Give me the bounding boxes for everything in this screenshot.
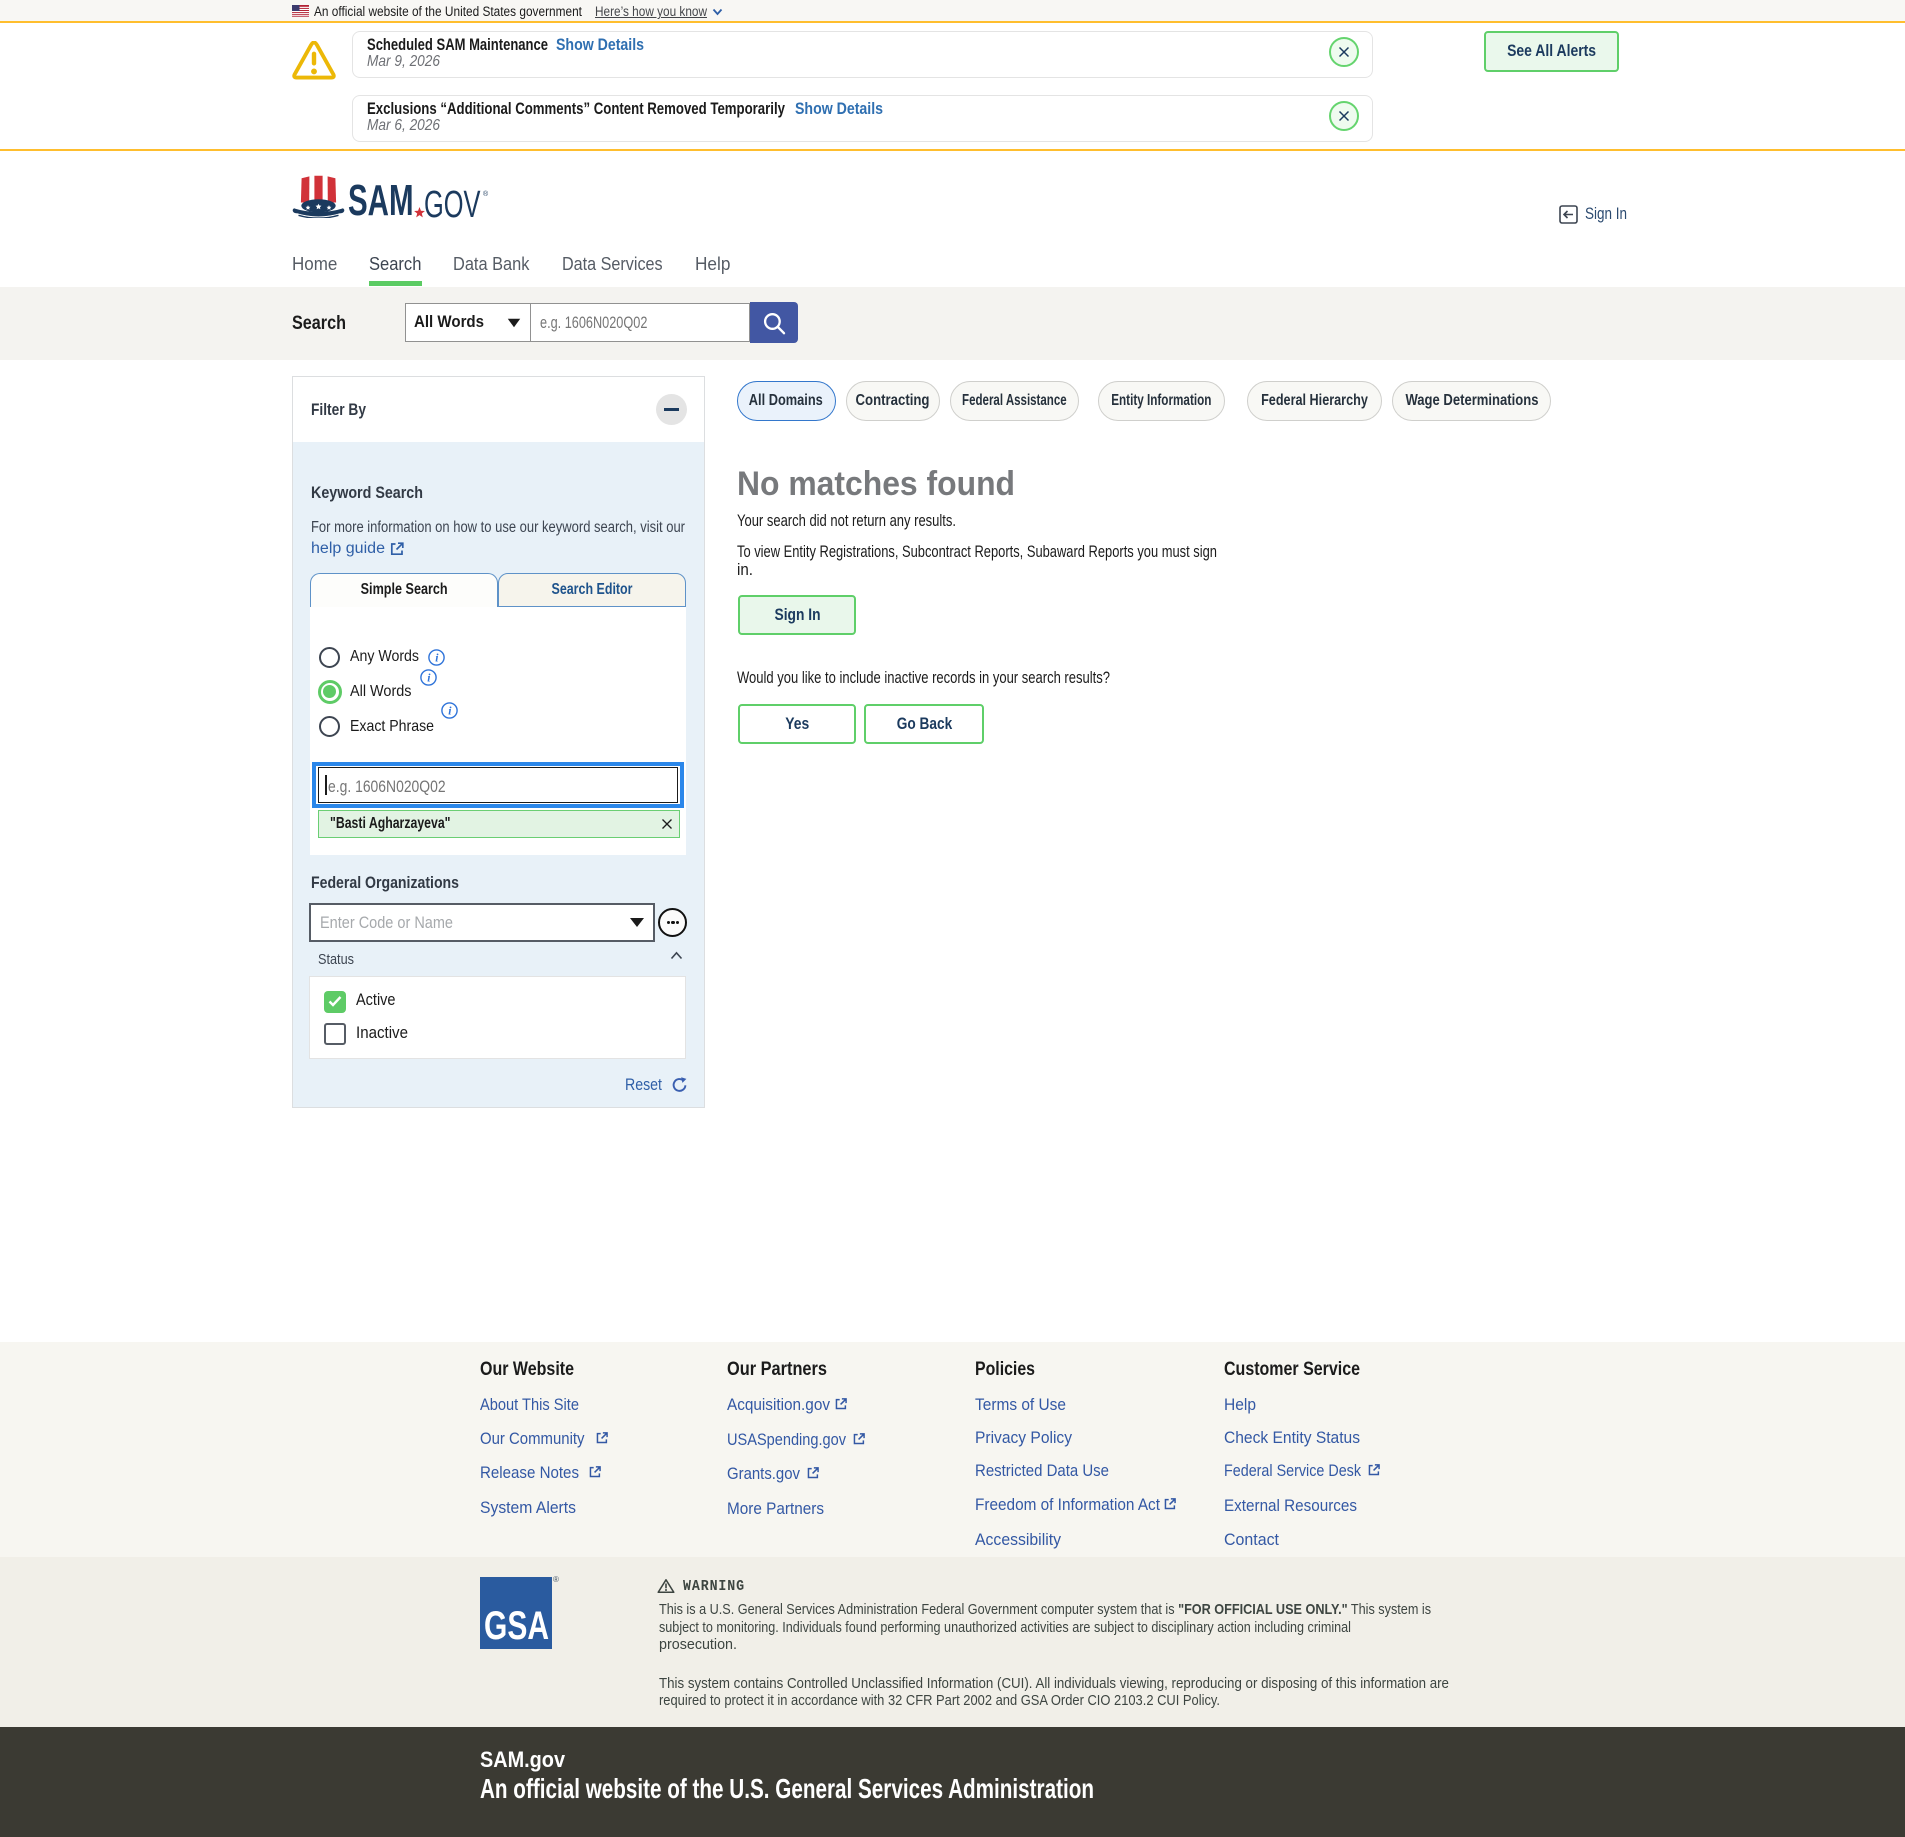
svg-text:i: i xyxy=(435,652,439,664)
svg-text:i: i xyxy=(448,705,452,717)
svg-text:i: i xyxy=(427,673,431,685)
